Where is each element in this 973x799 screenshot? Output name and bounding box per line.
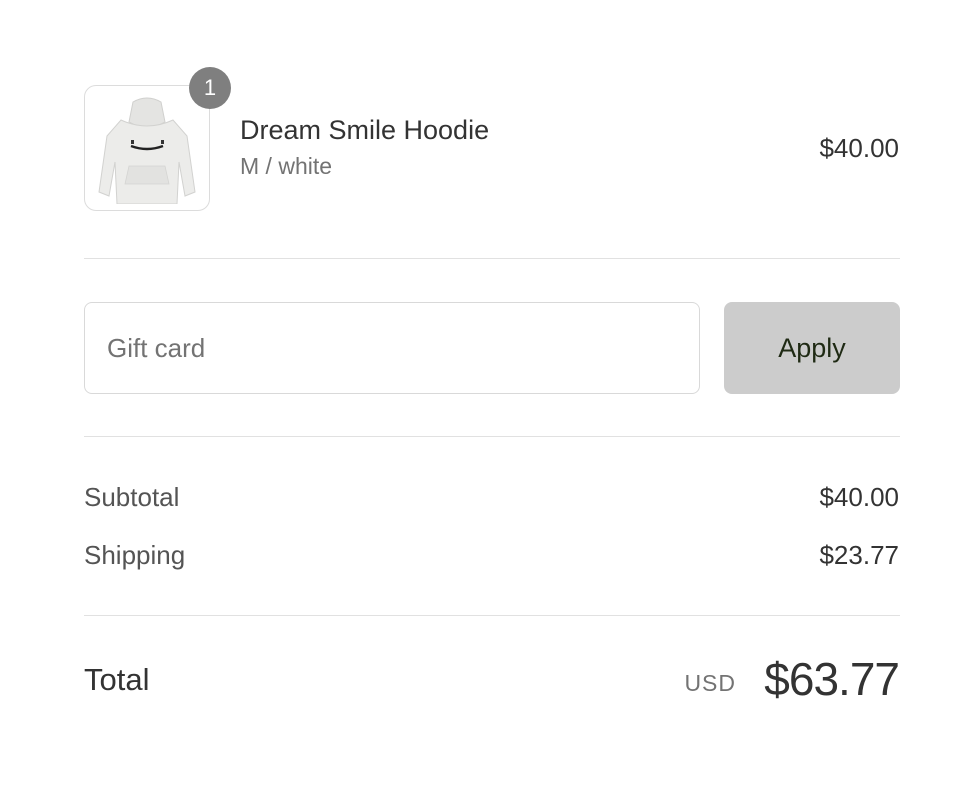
divider [84,436,900,437]
product-price: $40.00 [819,133,899,163]
total-amount: $63.77 [764,653,900,705]
divider [84,615,900,616]
divider [84,258,900,259]
product-variant: M / white [240,153,333,179]
subtotal-label: Subtotal [84,482,180,512]
gift-card-input[interactable] [84,302,700,394]
shipping-label: Shipping [84,540,186,570]
subtotal-value: $40.00 [819,482,899,512]
quantity-badge: 1 [189,67,231,109]
apply-gift-card-button[interactable]: Apply [724,302,900,394]
shipping-value: $23.77 [819,540,899,570]
total-label: Total [84,662,150,697]
hoodie-image [98,97,196,204]
line-item: 1 Dream Smile Hoodie M / white $40.00 [84,67,900,215]
product-name: Dream Smile Hoodie [240,115,490,145]
total-currency: USD [684,670,736,696]
order-summary: 1 Dream Smile Hoodie M / white $40.00 Ap… [84,0,900,799]
product-thumbnail [84,85,210,211]
